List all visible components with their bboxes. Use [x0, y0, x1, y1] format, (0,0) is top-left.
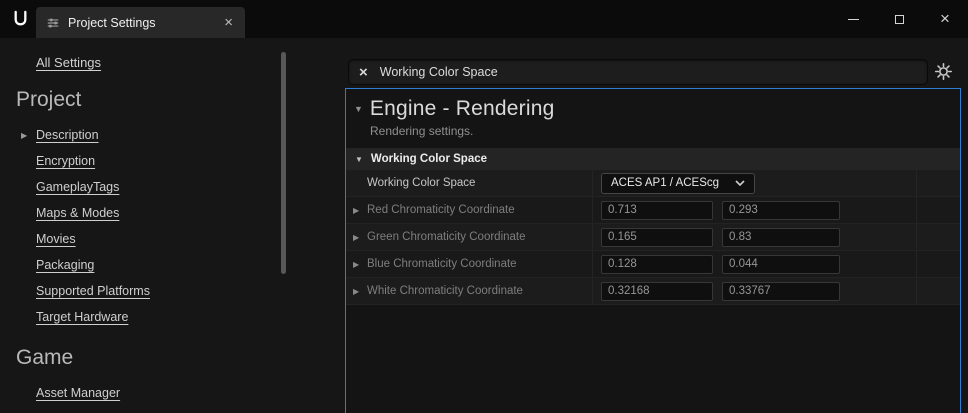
property-rows: Working Color Space ACES AP1 / ACEScg ▶ …	[346, 170, 960, 305]
tab-close-icon[interactable]: ×	[222, 15, 235, 30]
settings-search-input[interactable]: × Working Color Space	[348, 59, 928, 85]
collapse-arrow-icon[interactable]: ▼	[354, 104, 363, 114]
collapse-arrow-icon[interactable]: ▼	[355, 155, 363, 164]
green-x-input[interactable]: 0.165	[601, 228, 713, 247]
white-y-input[interactable]: 0.33767	[722, 282, 840, 301]
category-working-color-space[interactable]: ▼ Working Color Space	[346, 148, 960, 170]
reset-column	[916, 224, 960, 250]
property-label: Green Chromaticity Coordinate	[367, 231, 526, 243]
reset-column	[916, 251, 960, 277]
window-controls: ×	[830, 0, 968, 38]
tab-project-settings[interactable]: Project Settings ×	[36, 7, 245, 38]
tab-title: Project Settings	[68, 16, 214, 30]
property-label: Blue Chromaticity Coordinate	[367, 258, 517, 270]
section-header: ▼ Engine - Rendering	[346, 89, 960, 121]
reset-column	[916, 170, 960, 196]
sidebar-item-description[interactable]: ▶ Description	[36, 122, 300, 148]
row-blue-chromaticity: ▶ Blue Chromaticity Coordinate 0.128 0.0…	[346, 251, 960, 278]
section-title: Engine - Rendering	[370, 97, 555, 121]
white-x-input[interactable]: 0.32168	[601, 282, 713, 301]
category-title: Working Color Space	[371, 153, 487, 165]
red-y-input[interactable]: 0.293	[722, 201, 840, 220]
title-bar: Project Settings × ×	[0, 0, 968, 38]
reset-column	[916, 278, 960, 304]
row-red-chromaticity: ▶ Red Chromaticity Coordinate 0.713 0.29…	[346, 197, 960, 224]
green-y-input[interactable]: 0.83	[722, 228, 840, 247]
unreal-engine-logo-icon	[10, 8, 31, 29]
sidebar-item-target-hardware[interactable]: Target Hardware	[36, 304, 300, 330]
dropdown-selected-value: ACES AP1 / ACEScg	[611, 177, 719, 189]
red-x-input[interactable]: 0.713	[601, 201, 713, 220]
sidebar-item-maps-and-modes[interactable]: Maps & Modes	[36, 200, 300, 226]
property-label: White Chromaticity Coordinate	[367, 285, 523, 297]
sidebar-item-asset-tools[interactable]: Asset Tools	[36, 406, 300, 413]
row-working-color-space: Working Color Space ACES AP1 / ACEScg	[346, 170, 960, 197]
clear-search-icon[interactable]: ×	[359, 65, 368, 80]
project-settings-window: Project Settings × × All Settings Projec…	[0, 0, 968, 413]
sidebar-item-gameplaytags[interactable]: GameplayTags	[36, 174, 300, 200]
row-green-chromaticity: ▶ Green Chromaticity Coordinate 0.165 0.…	[346, 224, 960, 251]
sidebar-item-all-settings[interactable]: All Settings	[36, 55, 101, 71]
blue-y-input[interactable]: 0.044	[722, 255, 840, 274]
section-subtitle: Rendering settings.	[370, 124, 960, 138]
sidebar-section-project: Project	[16, 88, 300, 112]
sidebar-item-movies[interactable]: Movies	[36, 226, 300, 252]
working-color-space-dropdown[interactable]: ACES AP1 / ACEScg	[601, 173, 755, 194]
reset-column	[916, 197, 960, 223]
sidebar-scrollbar[interactable]	[281, 52, 286, 274]
blue-x-input[interactable]: 0.128	[601, 255, 713, 274]
maximize-button[interactable]	[876, 0, 922, 38]
chevron-down-icon	[735, 180, 745, 186]
row-white-chromaticity: ▶ White Chromaticity Coordinate 0.32168 …	[346, 278, 960, 305]
sidebar-item-encryption[interactable]: Encryption	[36, 148, 300, 174]
expand-arrow-icon[interactable]: ▶	[353, 260, 367, 269]
project-settings-tab-icon	[46, 16, 60, 30]
expand-arrow-icon[interactable]: ▶	[353, 233, 367, 242]
settings-panel: ▼ Engine - Rendering Rendering settings.…	[345, 88, 961, 413]
project-items-list: ▶ Description Encryption GameplayTags Ma…	[36, 122, 300, 330]
sidebar-section-game: Game	[16, 346, 300, 370]
expand-arrow-icon[interactable]: ▶	[353, 206, 367, 215]
settings-sidebar: All Settings Project ▶ Description Encry…	[0, 38, 300, 413]
property-label: Working Color Space	[367, 177, 475, 189]
expand-arrow-icon[interactable]: ▶	[353, 287, 367, 296]
search-query-text: Working Color Space	[380, 65, 498, 79]
sidebar-item-supported-platforms[interactable]: Supported Platforms	[36, 278, 300, 304]
expand-arrow-icon[interactable]: ▶	[21, 131, 27, 140]
property-label: Red Chromaticity Coordinate	[367, 204, 515, 216]
game-items-list: Asset Manager Asset Tools	[36, 380, 300, 413]
minimize-button[interactable]	[830, 0, 876, 38]
settings-gear-icon[interactable]	[934, 62, 953, 81]
sidebar-item-asset-manager[interactable]: Asset Manager	[36, 380, 300, 406]
sidebar-item-packaging[interactable]: Packaging	[36, 252, 300, 278]
close-button[interactable]: ×	[922, 0, 968, 38]
